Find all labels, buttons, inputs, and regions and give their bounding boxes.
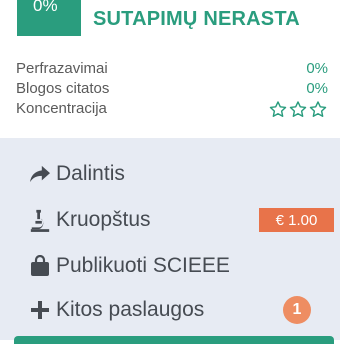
- star-outline-icon: [289, 100, 307, 117]
- careful-label: Kruopštus: [56, 208, 151, 231]
- score-value: 0%: [33, 0, 58, 15]
- publish-button[interactable]: Publikuoti SCIEEE: [28, 250, 230, 282]
- share-button[interactable]: Dalintis: [28, 158, 125, 190]
- star-outline-icon: [309, 100, 327, 117]
- stats-list: Perfrazavimai 0% Blogos citatos 0% Konce…: [16, 58, 328, 118]
- score-badge: 0%: [17, 0, 81, 36]
- services-panel: Dalintis Kruopštus € 1.00 Publikuoti SCI…: [0, 138, 340, 340]
- services-count-badge: 1: [283, 296, 311, 324]
- result-title: SUTAPIMŲ NERASTA: [93, 8, 300, 30]
- stat-row-bad-citations: Blogos citatos 0%: [16, 78, 328, 98]
- price-badge[interactable]: € 1.00: [259, 208, 334, 232]
- share-label: Dalintis: [56, 162, 125, 185]
- stat-label: Blogos citatos: [16, 79, 110, 97]
- more-services-button[interactable]: Kitos paslaugos: [28, 294, 204, 326]
- stat-value: 0%: [306, 59, 328, 77]
- plus-icon: [28, 298, 52, 322]
- more-services-label: Kitos paslaugos: [56, 298, 205, 321]
- stat-label: Perfrazavimai: [16, 59, 108, 77]
- stat-row-concentration: Koncentracija: [16, 98, 328, 118]
- share-icon: [28, 162, 52, 186]
- star-outline-icon: [269, 100, 287, 117]
- concentration-rating: [268, 100, 328, 119]
- stat-label: Koncentracija: [16, 99, 107, 117]
- bottom-action-bar[interactable]: [14, 336, 334, 344]
- stat-value: 0%: [306, 79, 328, 97]
- microscope-icon: [28, 208, 52, 232]
- publish-label: Publikuoti SCIEEE: [56, 254, 230, 277]
- careful-button[interactable]: Kruopštus: [28, 204, 151, 236]
- stat-row-paraphrase: Perfrazavimai 0%: [16, 58, 328, 78]
- bag-icon: [28, 254, 52, 278]
